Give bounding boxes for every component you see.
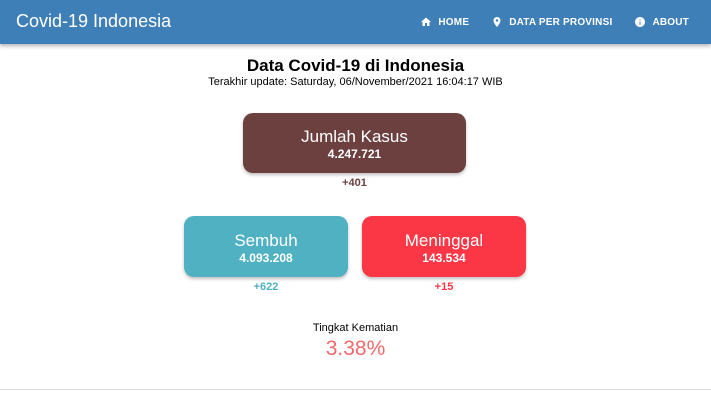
nav-about[interactable]: ABOUT <box>634 16 689 28</box>
recovered-card: Sembuh 4.093.208 <box>184 216 348 277</box>
info-icon <box>635 17 646 27</box>
divider <box>0 389 711 390</box>
app-title[interactable]: Covid-19 Indonesia <box>16 10 171 32</box>
page-title: Data Covid-19 di Indonesia <box>246 56 465 75</box>
last-update-text: Terakhir update: Saturday, 06/November/2… <box>208 76 503 88</box>
nav-data-per-provinsi[interactable]: DATA PER PROVINSI <box>491 16 612 28</box>
nav-home-label: HOME <box>438 16 470 28</box>
recovered-delta: +622 <box>253 281 279 293</box>
app-bar: Covid-19 Indonesia HOME DATA PER PROVINS… <box>0 0 711 44</box>
cases-value: 4.247.721 <box>327 147 382 161</box>
nav-data-per-provinsi-label: DATA PER PROVINSI <box>509 16 613 28</box>
home-icon <box>421 17 432 26</box>
recovered-value: 4.093.208 <box>239 251 293 265</box>
location-pin-icon <box>493 17 501 27</box>
deaths-label: Meninggal <box>404 231 484 250</box>
deaths-delta: +15 <box>434 281 454 293</box>
nav-about-label: ABOUT <box>652 16 689 28</box>
fatality-rate-label: Tingkat Kematian <box>312 322 399 334</box>
recovered-label: Sembuh <box>234 231 298 250</box>
cases-card: Jumlah Kasus 4.247.721 <box>243 113 466 173</box>
deaths-value: 143.534 <box>422 251 466 265</box>
top-nav: HOME DATA PER PROVINSI ABOUT <box>420 0 711 44</box>
cases-delta: +401 <box>342 177 367 189</box>
nav-home[interactable]: HOME <box>420 16 469 28</box>
deaths-card: Meninggal 143.534 <box>362 216 526 277</box>
cases-label: Jumlah Kasus <box>301 127 408 146</box>
fatality-rate-value: 3.38% <box>325 337 386 360</box>
